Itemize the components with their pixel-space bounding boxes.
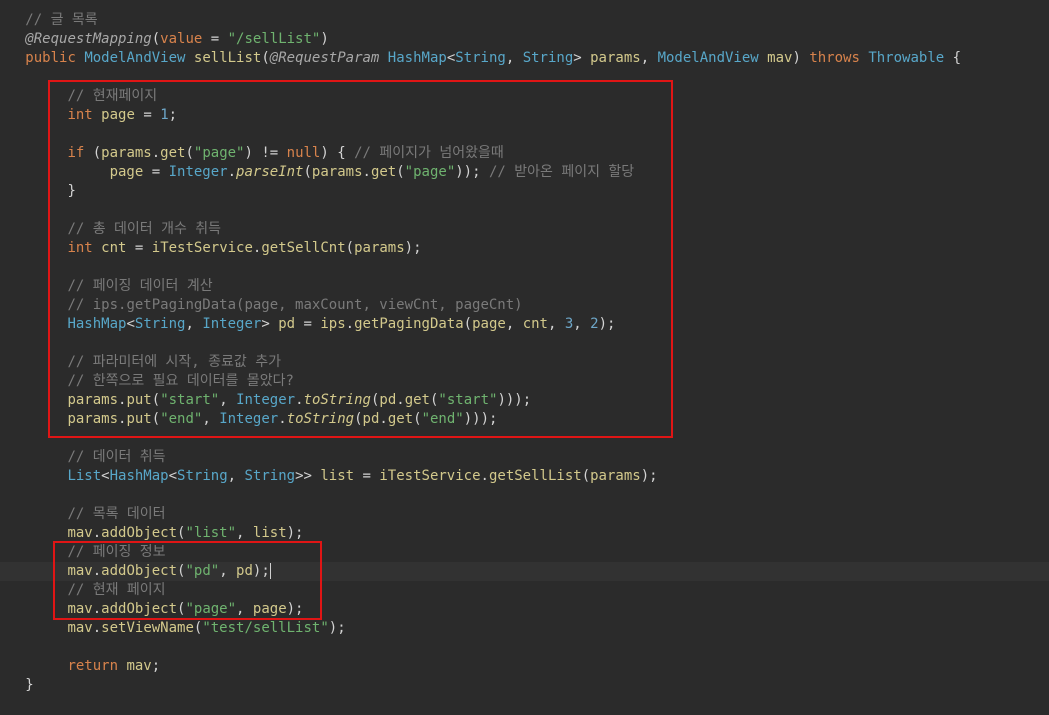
- highlight-box-paging-logic: [48, 80, 673, 438]
- code-token: =: [202, 31, 228, 47]
- code-token: );: [286, 525, 304, 541]
- code-token: String: [177, 468, 228, 484]
- code-token: getSellList: [488, 468, 582, 484]
- code-token: <: [101, 468, 110, 484]
- code-token: mav: [67, 620, 93, 636]
- code-line[interactable]: return mav;: [0, 657, 1049, 676]
- code-token: ,: [227, 468, 245, 484]
- code-token: .: [92, 620, 102, 636]
- code-line[interactable]: [0, 638, 1049, 657]
- code-token: (: [581, 468, 591, 484]
- code-token: String: [244, 468, 296, 484]
- code-token: ,: [640, 50, 658, 66]
- code-token: (: [261, 50, 270, 66]
- code-line[interactable]: // 데이터 취득: [0, 448, 1049, 467]
- code-token: .: [480, 468, 489, 484]
- code-token: HashMap: [109, 468, 169, 484]
- code-editor[interactable]: // 글 목록 @RequestMapping(value = "/sellLi…: [0, 0, 1049, 715]
- code-token: }: [25, 677, 34, 693]
- code-line[interactable]: // 목록 데이터: [0, 505, 1049, 524]
- code-token: mav: [67, 525, 93, 541]
- code-token: ): [792, 50, 810, 66]
- code-line[interactable]: mav.setViewName("test/sellList");: [0, 619, 1049, 638]
- code-token: // 목록 데이터: [67, 506, 166, 522]
- code-token: // 글 목록: [25, 12, 98, 28]
- code-line[interactable]: public ModelAndView sellList(@RequestPar…: [0, 49, 1049, 68]
- code-token: ,: [236, 525, 253, 541]
- code-token: {: [944, 50, 962, 66]
- code-token: .: [92, 525, 102, 541]
- code-line[interactable]: // 글 목록: [0, 11, 1049, 30]
- code-token: String: [455, 50, 506, 66]
- code-token: <: [446, 50, 456, 66]
- code-token: value: [160, 31, 203, 47]
- code-token: );: [640, 468, 658, 484]
- code-token: @RequestParam: [269, 50, 380, 66]
- code-token: mav: [767, 50, 793, 66]
- code-token: String: [522, 50, 574, 66]
- code-token: mav: [126, 658, 152, 674]
- code-token: <: [168, 468, 178, 484]
- code-token: ): [320, 31, 329, 47]
- code-token: iTestService: [379, 468, 481, 484]
- code-token: list: [252, 525, 287, 541]
- code-token: addObject: [101, 525, 178, 541]
- code-token: (: [151, 31, 161, 47]
- code-token: // 데이터 취득: [67, 449, 166, 465]
- highlight-box-add-objects: [53, 541, 322, 620]
- code-token: "list": [185, 525, 237, 541]
- code-token: setViewName: [101, 620, 194, 636]
- code-token: List: [67, 468, 102, 484]
- code-token: "test/sellList": [202, 620, 329, 636]
- code-line[interactable]: List<HashMap<String, String>> list = iTe…: [0, 467, 1049, 486]
- code-token: list: [320, 468, 355, 484]
- code-token: return: [67, 658, 119, 674]
- code-token: =: [354, 468, 380, 484]
- code-token: HashMap: [387, 50, 447, 66]
- code-token: "/sellList": [227, 31, 321, 47]
- code-token: params: [590, 50, 641, 66]
- code-line[interactable]: }: [0, 676, 1049, 695]
- code-line[interactable]: @RequestMapping(value = "/sellList"): [0, 30, 1049, 49]
- code-line[interactable]: [0, 486, 1049, 505]
- code-token: @RequestMapping: [25, 31, 152, 47]
- code-token: >>: [295, 468, 321, 484]
- code-token: params: [590, 468, 641, 484]
- code-token: ;: [151, 658, 161, 674]
- code-token: public: [25, 50, 76, 66]
- code-token: );: [328, 620, 346, 636]
- code-token: ModelAndView: [657, 50, 759, 66]
- code-token: Throwable: [868, 50, 945, 66]
- code-token: throws: [809, 50, 860, 66]
- code-token: >: [573, 50, 591, 66]
- code-token: ModelAndView: [84, 50, 186, 66]
- code-token: ,: [505, 50, 523, 66]
- code-token: sellList: [193, 50, 262, 66]
